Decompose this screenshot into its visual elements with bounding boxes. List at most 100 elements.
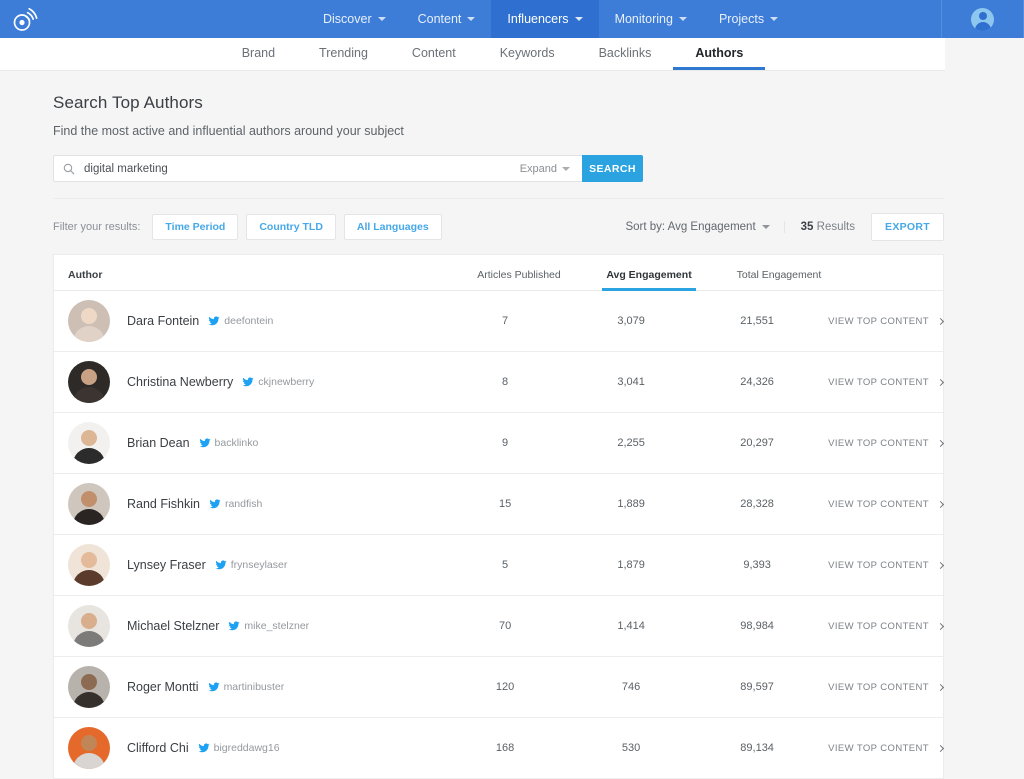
- account-avatar-button[interactable]: [941, 0, 1024, 38]
- row-action-cell: VIEW TOP CONTENT: [820, 316, 943, 327]
- row-action-cell: VIEW TOP CONTENT: [820, 682, 943, 693]
- twitter-handle[interactable]: ckjnewberry: [242, 376, 314, 388]
- results-count: 35 Results: [785, 221, 871, 233]
- author-name[interactable]: Dara Fontein: [127, 314, 199, 328]
- total-engagement-value: 89,134: [694, 742, 820, 754]
- author-name[interactable]: Brian Dean: [127, 436, 190, 450]
- table-row[interactable]: Christina Newberryckjnewberry83,04124,32…: [54, 352, 943, 413]
- author-name[interactable]: Roger Montti: [127, 680, 199, 694]
- chevron-right-icon: [937, 744, 944, 751]
- avg-engagement-value: 530: [568, 742, 694, 754]
- subnav-item-content[interactable]: Content: [390, 38, 478, 70]
- author-cell: Clifford Chi bigreddawg16: [54, 727, 442, 769]
- nav-item-monitoring[interactable]: Monitoring: [599, 0, 703, 38]
- twitter-handle[interactable]: frynseylaser: [215, 559, 288, 571]
- expand-dropdown[interactable]: Expand: [508, 156, 582, 181]
- twitter-handle[interactable]: mike_stelzner: [228, 620, 309, 632]
- view-top-content-button[interactable]: VIEW TOP CONTENT: [828, 621, 943, 632]
- twitter-handle[interactable]: backlinko: [199, 437, 259, 449]
- nav-item-discover[interactable]: Discover: [307, 0, 402, 38]
- author-name[interactable]: Clifford Chi: [127, 741, 189, 755]
- filter-row: Filter your results: Time Period Country…: [53, 198, 944, 241]
- author-name[interactable]: Rand Fishkin: [127, 497, 200, 511]
- authors-table: Author Articles Published Avg Engagement…: [53, 254, 944, 779]
- subnav-item-authors[interactable]: Authors: [673, 38, 765, 70]
- avatar: [68, 727, 110, 769]
- view-top-content-label: VIEW TOP CONTENT: [828, 743, 929, 754]
- author-name[interactable]: Michael Stelzner: [127, 619, 219, 633]
- page-subtitle: Find the most active and influential aut…: [53, 124, 1024, 138]
- view-top-content-label: VIEW TOP CONTENT: [828, 499, 929, 510]
- table-header-row: Author Articles Published Avg Engagement…: [54, 255, 943, 291]
- view-top-content-button[interactable]: VIEW TOP CONTENT: [828, 682, 943, 693]
- total-engagement-value: 28,328: [694, 498, 820, 510]
- primary-nav: Discover Content Influencers Monitoring …: [307, 0, 794, 38]
- twitter-handle-label: frynseylaser: [231, 559, 288, 571]
- table-row[interactable]: Roger Monttimartinibuster12074689,597VIE…: [54, 657, 943, 718]
- row-action-cell: VIEW TOP CONTENT: [820, 621, 943, 632]
- results-count-word: Results: [817, 221, 855, 233]
- twitter-icon: [242, 376, 254, 388]
- chevron-down-icon: [378, 17, 386, 21]
- filter-chip-all-languages[interactable]: All Languages: [344, 214, 442, 240]
- view-top-content-button[interactable]: VIEW TOP CONTENT: [828, 438, 943, 449]
- search-button[interactable]: SEARCH: [582, 155, 643, 182]
- avatar: [68, 544, 110, 586]
- secondary-nav-bar: Brand Trending Content Keywords Backlink…: [0, 38, 945, 71]
- view-top-content-button[interactable]: VIEW TOP CONTENT: [828, 316, 943, 327]
- row-action-cell: VIEW TOP CONTENT: [820, 499, 943, 510]
- page-content: Search Top Authors Find the most active …: [0, 71, 1024, 779]
- total-engagement-value: 21,551: [694, 315, 820, 327]
- subnav-item-brand[interactable]: Brand: [220, 38, 297, 70]
- column-header-author[interactable]: Author: [54, 269, 454, 290]
- view-top-content-label: VIEW TOP CONTENT: [828, 560, 929, 571]
- subnav-item-keywords[interactable]: Keywords: [478, 38, 577, 70]
- twitter-handle[interactable]: martinibuster: [208, 681, 285, 693]
- chevron-right-icon: [937, 317, 944, 324]
- page-title: Search Top Authors: [53, 93, 1024, 113]
- column-header-articles-published[interactable]: Articles Published: [454, 269, 584, 290]
- author-name[interactable]: Lynsey Fraser: [127, 558, 206, 572]
- chevron-right-icon: [937, 378, 944, 385]
- twitter-handle[interactable]: randfish: [209, 498, 262, 510]
- sort-by-label: Sort by: Avg Engagement: [625, 221, 755, 233]
- buzzsumo-logo[interactable]: [0, 0, 52, 38]
- table-row[interactable]: Rand Fishkinrandfish151,88928,328VIEW TO…: [54, 474, 943, 535]
- author-cell: Dara Fontein deefontein: [54, 300, 442, 342]
- table-row[interactable]: Brian Deanbacklinko92,25520,297VIEW TOP …: [54, 413, 943, 474]
- search-input[interactable]: [84, 156, 508, 181]
- nav-item-projects[interactable]: Projects: [703, 0, 794, 38]
- table-row[interactable]: Michael Stelznermike_stelzner701,41498,9…: [54, 596, 943, 657]
- twitter-handle[interactable]: deefontein: [208, 315, 273, 327]
- author-cell: Michael Stelzner mike_stelzner: [54, 605, 442, 647]
- author-name[interactable]: Christina Newberry: [127, 375, 233, 389]
- filter-chip-country-tld[interactable]: Country TLD: [246, 214, 336, 240]
- twitter-icon: [208, 681, 220, 693]
- avg-engagement-value: 3,079: [568, 315, 694, 327]
- nav-item-content[interactable]: Content: [402, 0, 492, 38]
- column-header-actions: [844, 281, 943, 290]
- view-top-content-button[interactable]: VIEW TOP CONTENT: [828, 499, 943, 510]
- filter-chip-time-period[interactable]: Time Period: [152, 214, 238, 240]
- view-top-content-button[interactable]: VIEW TOP CONTENT: [828, 377, 943, 388]
- articles-published-value: 15: [442, 498, 568, 510]
- top-navigation-bar: Discover Content Influencers Monitoring …: [0, 0, 1024, 38]
- column-header-avg-engagement[interactable]: Avg Engagement: [584, 269, 714, 290]
- view-top-content-button[interactable]: VIEW TOP CONTENT: [828, 560, 943, 571]
- subnav-item-label: Authors: [695, 46, 743, 60]
- avatar: [68, 422, 110, 464]
- sort-by-dropdown[interactable]: Sort by: Avg Engagement: [625, 221, 784, 233]
- author-cell: Roger Montti martinibuster: [54, 666, 442, 708]
- subnav-item-trending[interactable]: Trending: [297, 38, 390, 70]
- nav-item-influencers[interactable]: Influencers: [491, 0, 598, 38]
- view-top-content-button[interactable]: VIEW TOP CONTENT: [828, 743, 943, 754]
- table-row[interactable]: Dara Fonteindeefontein73,07921,551VIEW T…: [54, 291, 943, 352]
- twitter-handle[interactable]: bigreddawg16: [198, 742, 280, 754]
- export-button[interactable]: EXPORT: [871, 213, 944, 241]
- subnav-item-backlinks[interactable]: Backlinks: [577, 38, 674, 70]
- table-row[interactable]: Lynsey Fraserfrynseylaser51,8799,393VIEW…: [54, 535, 943, 596]
- table-row[interactable]: Clifford Chibigreddawg1616853089,134VIEW…: [54, 718, 943, 779]
- column-header-total-engagement[interactable]: Total Engagement: [714, 269, 844, 290]
- total-engagement-value: 9,393: [694, 559, 820, 571]
- subnav-item-label: Trending: [319, 46, 368, 60]
